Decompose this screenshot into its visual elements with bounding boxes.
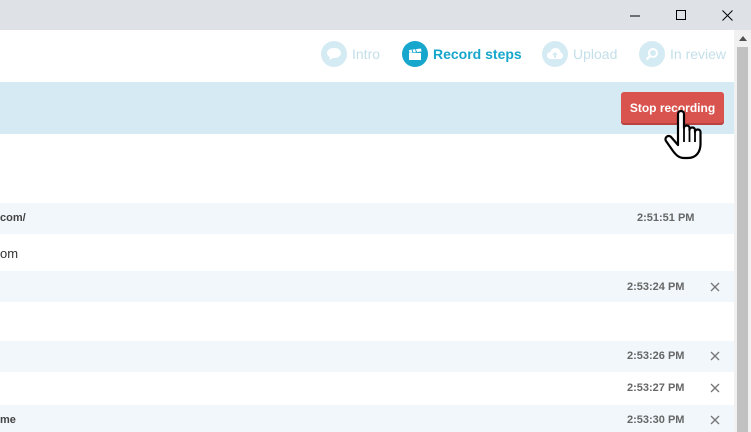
step-intro[interactable]: Intro [321, 40, 380, 68]
section-heading: om [0, 246, 19, 261]
scroll-up-arrow-icon[interactable] [734, 30, 751, 47]
step-timestamp: 2:53:24 PM [627, 281, 685, 293]
list-item: 2:53:27 PM [0, 373, 734, 404]
remove-step-icon[interactable] [709, 382, 721, 394]
hand-cursor-icon [664, 110, 702, 160]
step-label: In review [670, 46, 727, 62]
step-upload[interactable]: Upload [542, 40, 617, 68]
step-timestamp: 2:53:26 PM [627, 350, 685, 362]
step-record-steps[interactable]: Record steps [402, 40, 522, 68]
minimize-button[interactable] [612, 0, 658, 30]
list-item: com/ 2:51:51 PM [0, 203, 734, 234]
step-timestamp: 2:51:51 PM [637, 212, 695, 224]
step-label: Record steps [433, 46, 522, 62]
steps-nav: Intro Record steps Upload In review [0, 30, 734, 82]
close-icon [721, 9, 733, 21]
minimize-icon [629, 15, 640, 16]
step-label: Upload [573, 46, 618, 62]
maximize-icon [675, 9, 686, 20]
maximize-button[interactable] [658, 0, 704, 30]
vertical-scrollbar[interactable] [734, 30, 751, 432]
remove-step-icon[interactable] [709, 350, 721, 362]
window-titlebar [0, 0, 751, 30]
step-in-review[interactable]: In review [639, 40, 726, 68]
step-label: Intro [352, 46, 381, 62]
step-timestamp: 2:53:30 PM [627, 414, 685, 426]
list-item: 2:53:26 PM [0, 341, 734, 372]
remove-step-icon[interactable] [709, 281, 721, 293]
scrollbar-thumb[interactable] [737, 47, 748, 432]
remove-step-icon[interactable] [709, 414, 721, 426]
magnifier-icon [639, 41, 665, 67]
speech-bubble-icon [321, 41, 347, 67]
step-url: com/ [0, 212, 26, 224]
cloud-upload-icon [542, 41, 568, 67]
list-item: 2:53:24 PM [0, 271, 734, 302]
close-window-button[interactable] [704, 0, 750, 30]
list-item: me 2:53:30 PM [0, 405, 734, 432]
step-timestamp: 2:53:27 PM [627, 382, 685, 394]
clapperboard-icon [402, 41, 428, 67]
step-text: me [0, 414, 16, 426]
